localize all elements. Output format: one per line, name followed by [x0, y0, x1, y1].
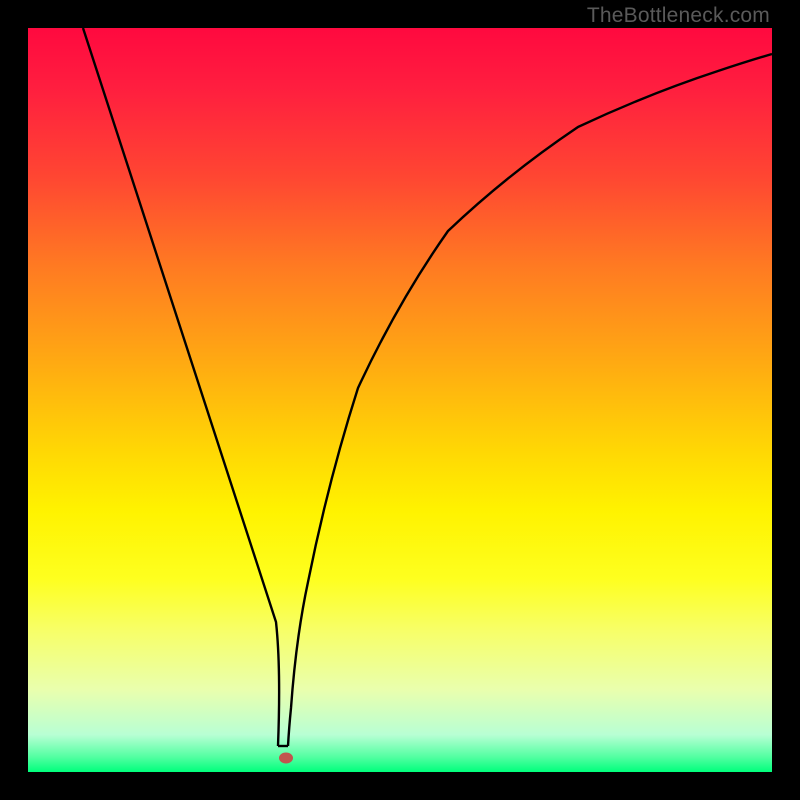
curve-right-segment	[288, 54, 772, 746]
chart-container: TheBottleneck.com	[0, 0, 800, 800]
bottleneck-curve	[28, 28, 772, 772]
watermark-text: TheBottleneck.com	[587, 4, 770, 28]
optimal-point-marker	[279, 753, 293, 764]
plot-area	[28, 28, 772, 772]
curve-left-segment	[83, 28, 279, 746]
